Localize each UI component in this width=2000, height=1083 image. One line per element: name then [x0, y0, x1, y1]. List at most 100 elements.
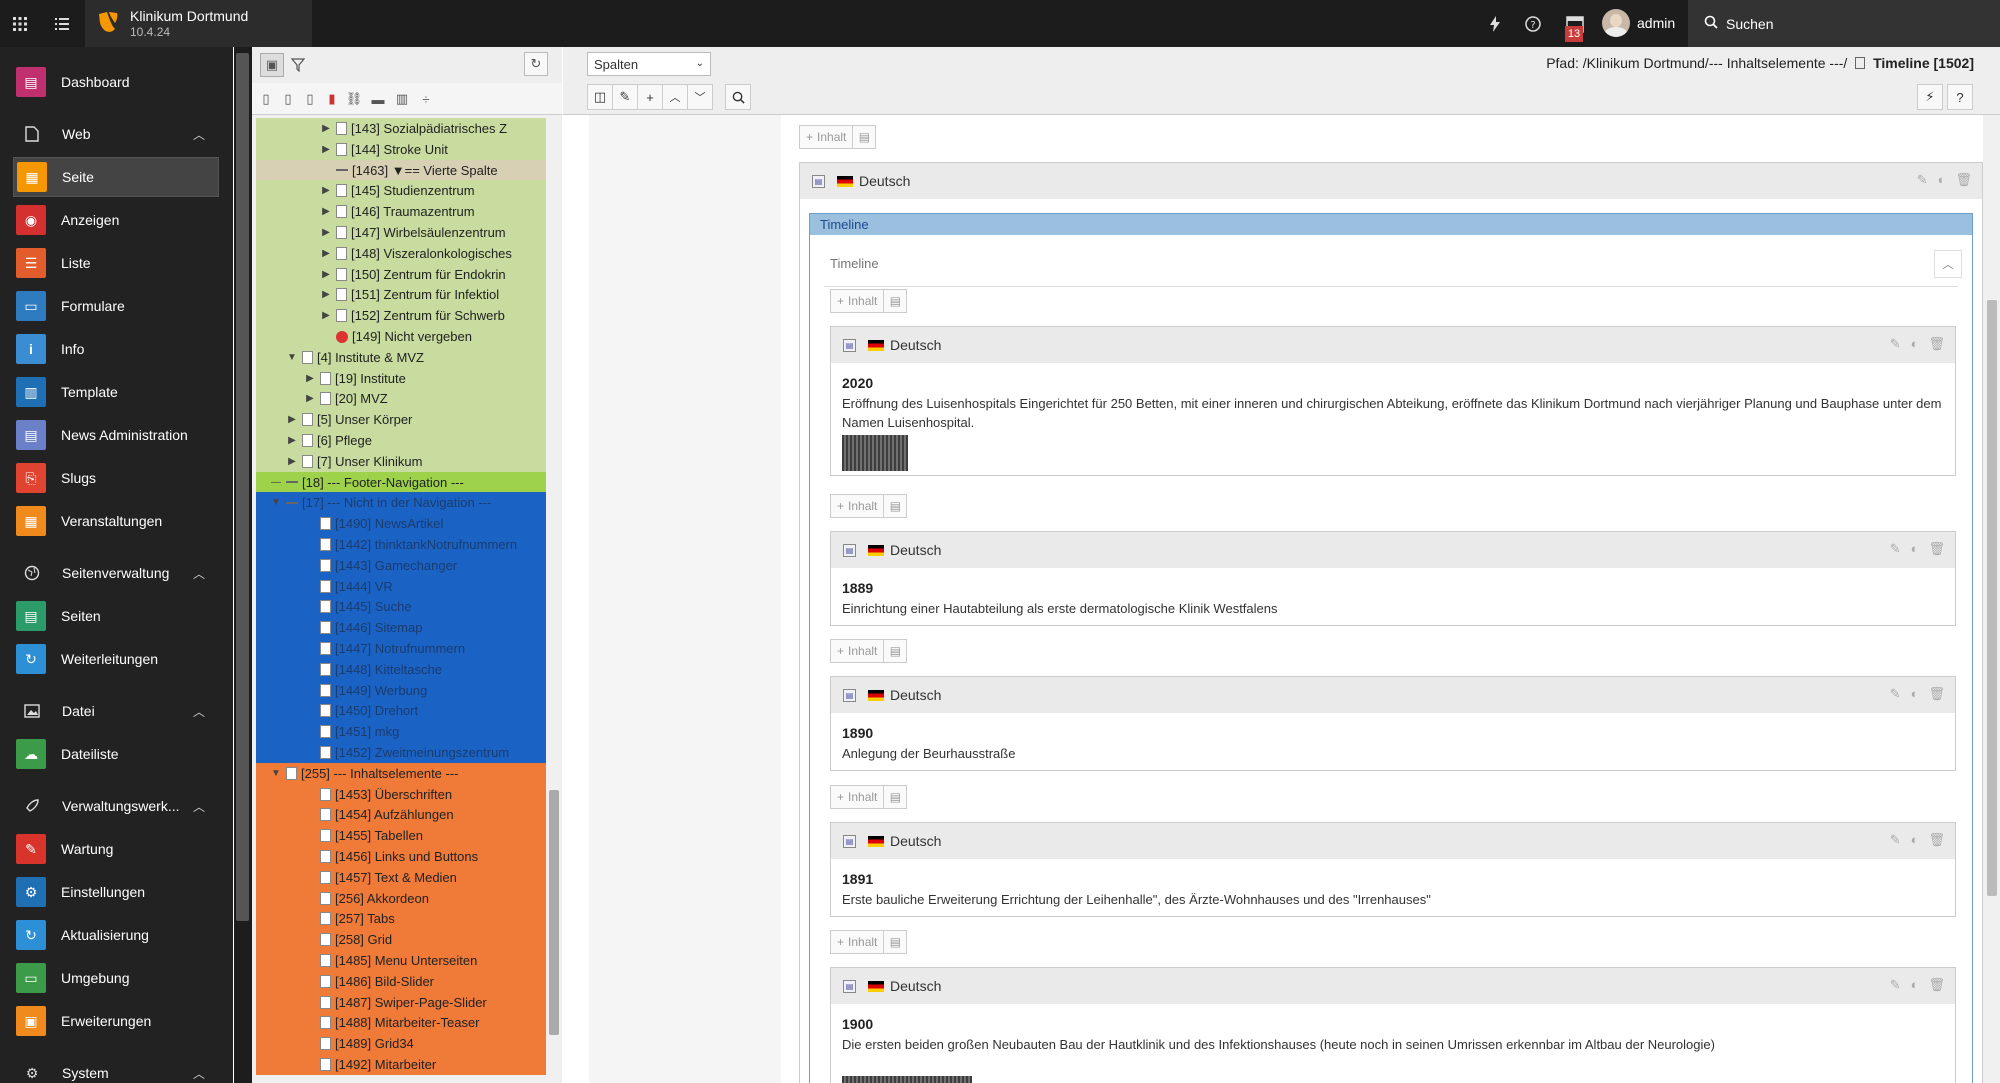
tree-node[interactable]: ▶ [147] Wirbelsäulenzentrum	[256, 222, 546, 243]
tree-node[interactable]: [1453] Überschriften	[256, 783, 546, 805]
tree-node[interactable]: [1490] NewsArtikel	[256, 513, 546, 535]
tree-node[interactable]: ▶ [6] Pflege	[256, 430, 546, 451]
tree-node[interactable]: [1463] ▼== Vierte Spalte	[256, 159, 546, 181]
module-einstellungen[interactable]: ⚙ Einstellungen	[13, 872, 219, 912]
collapse-icon[interactable]: ▼	[270, 497, 282, 508]
expand-icon[interactable]: ▶	[304, 373, 316, 384]
move-up-icon[interactable]: ︿	[662, 84, 688, 110]
doktype-mountpoint-icon[interactable]: ▮	[320, 87, 344, 111]
module-formulare[interactable]: ▭ Formulare	[13, 286, 219, 326]
toggle-visibility-icon[interactable]: ◐	[1911, 832, 1919, 848]
module-wartung[interactable]: ✎ Wartung	[13, 829, 219, 869]
tree-node[interactable]: [1444] VR	[256, 575, 546, 597]
delete-icon[interactable]: 🗑	[1928, 977, 1945, 993]
expand-icon[interactable]: ▶	[286, 414, 298, 425]
edit-icon[interactable]: ✎	[1917, 172, 1928, 188]
tree-node[interactable]: ▶ [145] Studienzentrum	[256, 180, 546, 202]
expand-icon[interactable]: ▶	[320, 185, 332, 196]
user-name[interactable]: admin	[1637, 15, 1675, 31]
expand-icon[interactable]: ▶	[304, 393, 316, 404]
tree-node[interactable]: [1456] Links und Buttons	[256, 846, 546, 867]
doktype-folder-icon[interactable]: ▬	[366, 87, 390, 111]
module-liste[interactable]: ☰ Liste	[13, 243, 219, 283]
tree-node[interactable]: [1487] Swiper-Page-Slider	[256, 991, 546, 1013]
module-template[interactable]: ▥ Template	[13, 372, 219, 412]
tree-node[interactable]: ▶ [152] Zentrum für Schwerb	[256, 305, 546, 327]
group-verwaltung[interactable]: Verwaltungswerk... ︿	[0, 788, 233, 824]
expand-icon[interactable]: ▶	[320, 123, 332, 134]
collapse-icon[interactable]: ▼	[270, 768, 282, 779]
tree-node[interactable]: [1443] Gamechanger	[256, 554, 546, 576]
new-content-icon[interactable]: +	[637, 84, 663, 110]
filter-icon[interactable]	[286, 53, 310, 77]
module-news[interactable]: ▤ News Administration	[13, 415, 219, 455]
tree-node[interactable]: [1451] mkg	[256, 721, 546, 743]
expand-icon[interactable]: ▶	[320, 269, 332, 280]
expand-icon[interactable]: ▶	[320, 248, 332, 259]
toggle-visibility-icon[interactable]: ◐	[1938, 172, 1946, 188]
tree-line-icon[interactable]: —	[270, 477, 282, 488]
view-page-icon[interactable]: ◫	[587, 84, 613, 110]
doktype-recycler-icon[interactable]: ▥	[390, 87, 414, 111]
edit-icon[interactable]: ✎	[1890, 336, 1901, 352]
module-anzeigen[interactable]: ◉ Anzeigen	[13, 200, 219, 240]
tree-node[interactable]: [1489] Grid34	[256, 1033, 546, 1055]
tree-node[interactable]: [1449] Werbung	[256, 679, 546, 701]
toggle-visibility-icon[interactable]: ◐	[1911, 686, 1919, 702]
delete-icon[interactable]: 🗑	[1928, 541, 1945, 557]
tree-node[interactable]: [258] Grid	[256, 929, 546, 951]
tree-node[interactable]: [256] Akkordeon	[256, 887, 546, 909]
tree-node[interactable]: ▶ [7] Unser Klinikum	[256, 450, 546, 472]
tree-node[interactable]: ▶ [20] MVZ	[256, 388, 546, 410]
refresh-tree-icon[interactable]: ↻	[524, 52, 548, 76]
flash-icon[interactable]: ⚡	[1917, 84, 1943, 110]
content-scrollbar[interactable]	[1983, 115, 2000, 1083]
tree-node[interactable]: [1452] Zweitmeinungszentrum	[256, 742, 546, 763]
group-seitenverwaltung[interactable]: Seitenverwaltung ︿	[0, 555, 233, 591]
module-dateiliste[interactable]: ☁ Dateiliste	[13, 734, 219, 774]
module-weiterleitungen[interactable]: ↻ Weiterleitungen	[13, 639, 219, 679]
new-page-icon[interactable]: ▣	[260, 53, 284, 77]
tree-node[interactable]: [1446] Sitemap	[256, 617, 546, 639]
new-content-button[interactable]: + Inhalt ▤	[830, 494, 908, 518]
tree-node[interactable]: ▶ [151] Zentrum für Infektiol	[256, 284, 546, 306]
edit-icon[interactable]: ✎	[1890, 686, 1901, 702]
tree-node[interactable]: [1457] Text & Medien	[256, 866, 546, 888]
page-tree-toggle-icon[interactable]	[42, 0, 82, 47]
delete-icon[interactable]: 🗑	[1955, 172, 1972, 188]
edit-icon[interactable]: ✎	[1890, 541, 1901, 557]
module-menu-scrollbar[interactable]	[234, 47, 252, 1083]
expand-icon[interactable]: ▶	[286, 456, 298, 467]
edit-icon[interactable]: ✎	[1890, 832, 1901, 848]
toggle-visibility-icon[interactable]: ◐	[1911, 977, 1919, 993]
tree-node[interactable]: [1450] Drehort	[256, 700, 546, 722]
expand-icon[interactable]: ▶	[286, 435, 298, 446]
module-veranstaltungen[interactable]: ▦ Veranstaltungen	[13, 501, 219, 541]
delete-icon[interactable]: 🗑	[1928, 336, 1945, 352]
search-icon[interactable]	[725, 84, 751, 110]
view-mode-select[interactable]: Spalten ⌄	[587, 52, 711, 76]
expand-icon[interactable]: ▶	[320, 144, 332, 155]
timeline-thumbnail[interactable]	[842, 1076, 972, 1083]
new-content-button[interactable]: + Inhalt ▤	[830, 785, 908, 809]
tree-node[interactable]: [1454] Aufzählungen	[256, 804, 546, 826]
tree-node[interactable]: ▶ [150] Zentrum für Endokrin	[256, 263, 546, 285]
tree-node[interactable]: ▼ [4] Institute & MVZ	[256, 346, 546, 368]
tree-node[interactable]: [1442] thinktankNotrufnummern	[256, 534, 546, 555]
edit-page-icon[interactable]: ✎	[612, 84, 638, 110]
module-aktualisierung[interactable]: ↻ Aktualisierung	[13, 915, 219, 955]
avatar[interactable]	[1602, 9, 1630, 37]
module-seite[interactable]: ▦ Seite	[13, 157, 219, 197]
tree-node[interactable]: ▼ [17] --- Nicht in der Navigation ---	[256, 492, 546, 514]
group-web[interactable]: Web ︿	[0, 116, 233, 152]
doktype-backend-page-icon[interactable]: ▯	[276, 87, 300, 111]
help-icon[interactable]: ?	[1947, 84, 1973, 110]
help-icon[interactable]: ?	[1520, 0, 1546, 47]
delete-icon[interactable]: 🗑	[1928, 832, 1945, 848]
edit-icon[interactable]: ✎	[1890, 977, 1901, 993]
group-datei[interactable]: Datei ︿	[0, 693, 233, 729]
new-content-button[interactable]: + Inhalt ▤	[830, 639, 908, 663]
tree-node[interactable]: [1486] Bild-Slider	[256, 970, 546, 992]
tree-node[interactable]: ▼ [255] --- Inhaltselemente ---	[256, 762, 546, 784]
collapse-icon[interactable]: ▼	[286, 352, 298, 363]
